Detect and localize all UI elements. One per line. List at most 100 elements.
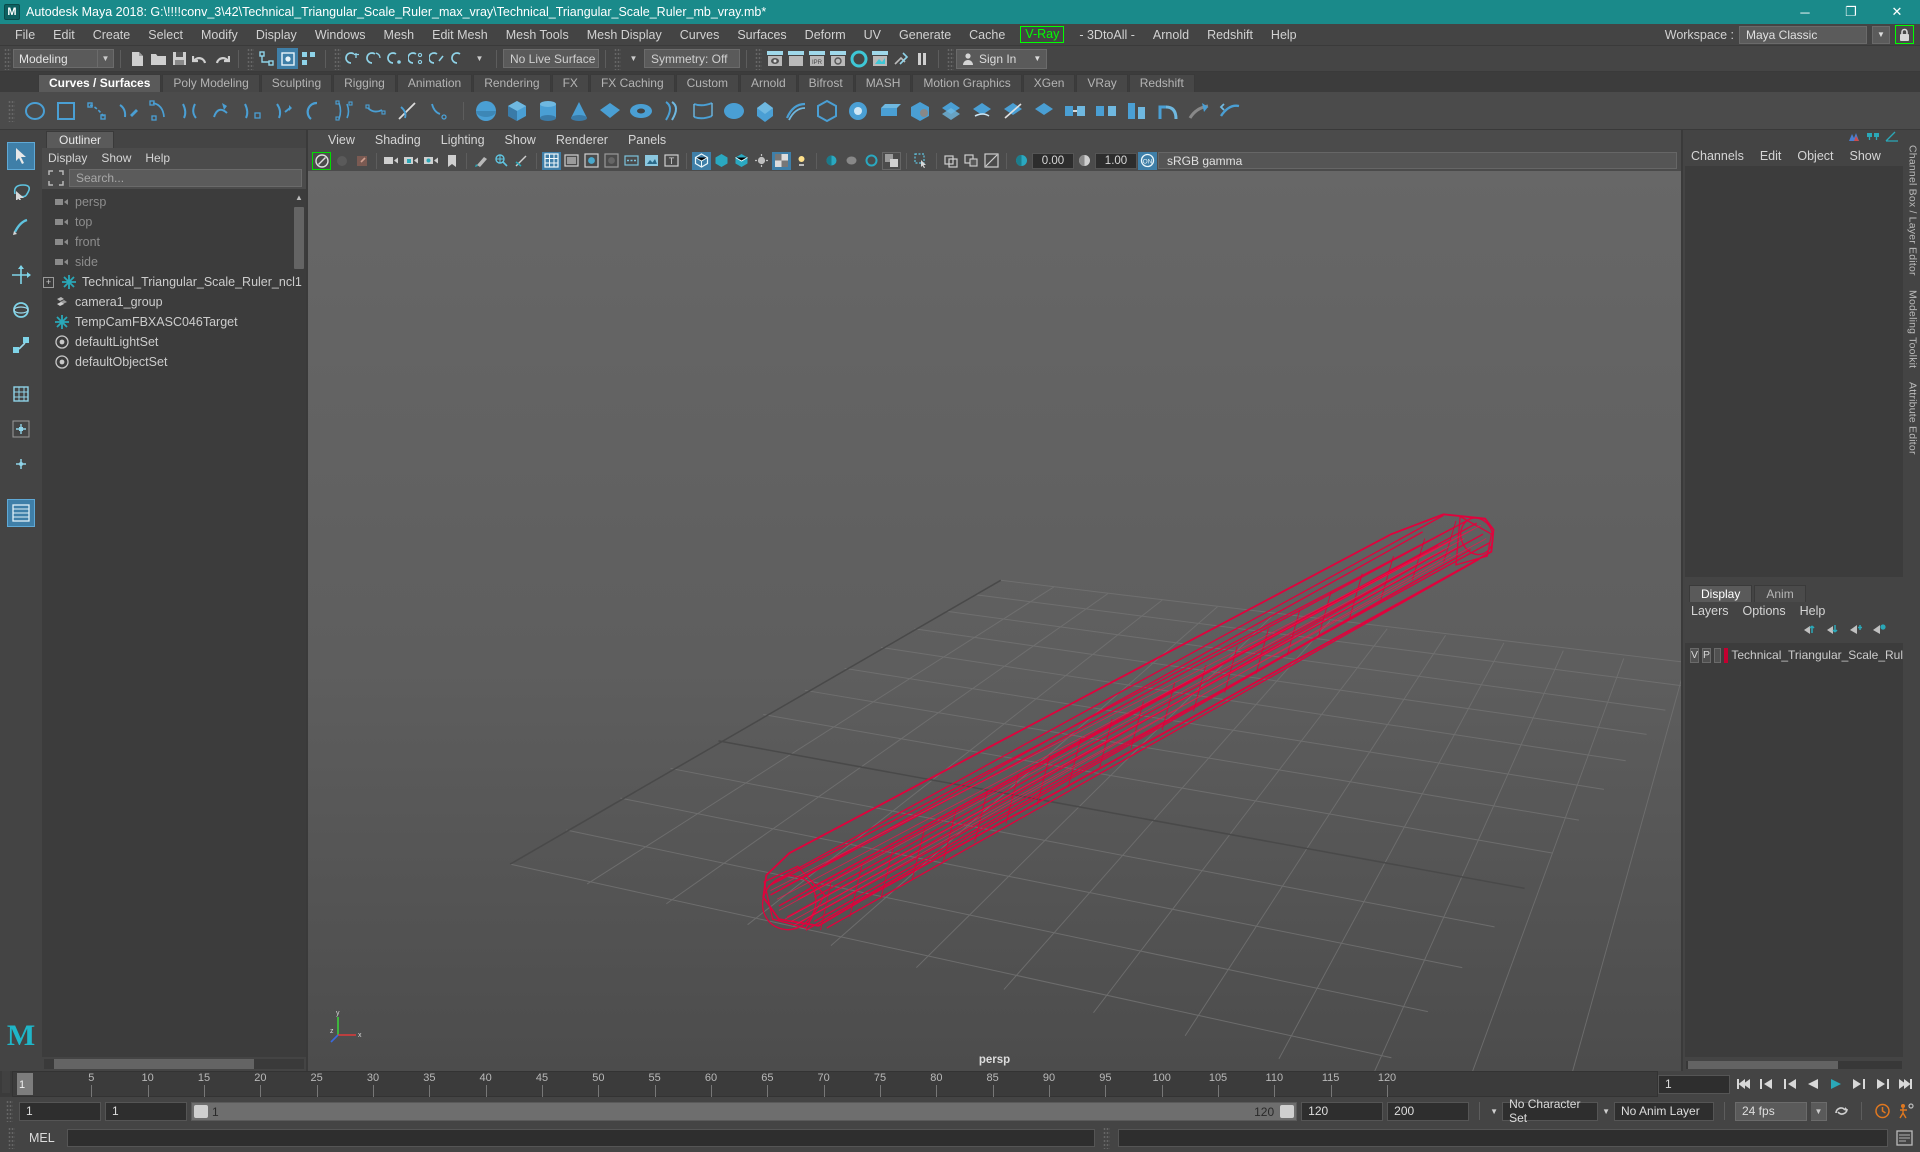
outliner-tab[interactable]: Outliner — [46, 131, 115, 148]
nurbs-cone-icon[interactable] — [565, 97, 593, 125]
planar-surface-icon[interactable] — [720, 97, 748, 125]
menuset-dropdown-icon[interactable]: ▼ — [98, 49, 114, 68]
ipr-render-icon[interactable]: IPR — [806, 48, 827, 69]
nurbs-cylinder-icon[interactable] — [534, 97, 562, 125]
menu-3dtoall[interactable]: - 3DtoAll - — [1070, 24, 1144, 46]
cv-curve-icon[interactable] — [83, 97, 111, 125]
anim-layer-dropdown-icon[interactable]: ▼ — [1602, 1107, 1610, 1116]
menuset-mode-value[interactable]: Modeling — [13, 49, 98, 68]
menu-curves[interactable]: Curves — [671, 24, 729, 46]
panel-splitter[interactable] — [1683, 576, 1905, 584]
extrude-surface-icon[interactable] — [751, 97, 779, 125]
lighting-icon[interactable] — [752, 152, 771, 170]
viewport-menu-show[interactable]: Show — [495, 133, 546, 147]
smooth-shade-all-icon[interactable] — [562, 152, 581, 170]
menu-arnold[interactable]: Arnold — [1144, 24, 1198, 46]
wireframe-shading-icon[interactable] — [542, 151, 561, 170]
shelf-tab-curves-surfaces[interactable]: Curves / Surfaces — [38, 74, 162, 92]
snap-curve-tool[interactable] — [7, 415, 35, 443]
smooth-shade-selected-icon[interactable] — [582, 152, 601, 170]
exposure-reset-icon[interactable] — [982, 152, 1001, 170]
menu-modify[interactable]: Modify — [192, 24, 247, 46]
menu-create[interactable]: Create — [84, 24, 140, 46]
flat-shade-icon[interactable] — [602, 152, 621, 170]
color-management-toggle-icon[interactable]: ON — [1138, 151, 1157, 170]
shelf-tab-fx-caching[interactable]: FX Caching — [589, 74, 675, 92]
channelbox-content[interactable] — [1685, 166, 1903, 577]
text-display-icon[interactable]: T — [662, 152, 681, 170]
render-grip[interactable] — [755, 47, 762, 70]
channelbox-menu-channels[interactable]: Channels — [1691, 149, 1744, 163]
menu-deform[interactable]: Deform — [796, 24, 855, 46]
channelbox-menu-edit[interactable]: Edit — [1760, 149, 1782, 163]
camera-attributes-icon[interactable] — [332, 152, 351, 170]
scroll-thumb[interactable] — [1688, 1061, 1838, 1069]
attribute-editor-icon[interactable] — [1885, 131, 1899, 146]
bookmark-icon[interactable] — [352, 152, 371, 170]
snap-point-tool[interactable] — [7, 450, 35, 478]
signin-grip[interactable] — [947, 47, 954, 70]
shelf-tab-arnold[interactable]: Arnold — [739, 74, 797, 92]
menu-help[interactable]: Help — [1262, 24, 1306, 46]
select-camera-icon[interactable] — [312, 151, 331, 170]
paint-select-tool[interactable] — [7, 212, 35, 240]
anim-end-time-field[interactable]: 200 — [1387, 1101, 1470, 1121]
boundary-surface-icon[interactable] — [813, 97, 841, 125]
loop-playback-icon[interactable] — [1831, 1101, 1851, 1121]
menu-generate[interactable]: Generate — [890, 24, 960, 46]
command-output-field[interactable] — [1118, 1129, 1888, 1147]
statusbar-grip[interactable] — [4, 47, 11, 70]
snap-grid-tool[interactable] — [7, 380, 35, 408]
symmetry-dropdown-icon[interactable]: ▼ — [623, 48, 644, 69]
move-layer-down-icon[interactable] — [1826, 623, 1841, 638]
render-view-icon[interactable] — [869, 48, 890, 69]
minimize-button[interactable]: ─ — [1782, 0, 1828, 24]
surface-fillet-icon[interactable] — [1154, 97, 1182, 125]
nurbs-sphere-icon[interactable] — [472, 97, 500, 125]
menu-redshift[interactable]: Redshift — [1198, 24, 1262, 46]
intersect-surfaces-icon[interactable] — [937, 97, 965, 125]
camera-settings-icon[interactable] — [422, 152, 441, 170]
sign-in-dropdown-icon[interactable]: ▼ — [1033, 54, 1041, 63]
camera-lock-icon[interactable] — [402, 152, 421, 170]
nurbs-torus-icon[interactable] — [627, 97, 655, 125]
layer-menu-layers[interactable]: Layers — [1691, 604, 1729, 618]
new-layer-icon[interactable] — [1872, 623, 1887, 638]
viewport-menu-shading[interactable]: Shading — [365, 133, 431, 147]
intersect-curve-icon[interactable] — [362, 97, 390, 125]
outliner-item-list[interactable]: persp top front side + Technical_Triangu… — [42, 189, 306, 1057]
live-surface-field[interactable]: No Live Surface — [503, 49, 599, 68]
select-by-component-icon[interactable] — [298, 48, 319, 69]
shelf-tab-redshift[interactable]: Redshift — [1128, 74, 1195, 92]
move-tool[interactable] — [7, 261, 35, 289]
light-icon[interactable] — [792, 152, 811, 170]
outliner-vertical-scrollbar[interactable]: ▲ — [294, 193, 304, 1053]
use-default-material-icon[interactable] — [692, 151, 711, 170]
nurbs-plane-icon[interactable] — [596, 97, 624, 125]
move-layer-up-icon[interactable] — [1803, 623, 1818, 638]
layer-tab-display[interactable]: Display — [1689, 584, 1753, 602]
render-settings-icon[interactable] — [827, 48, 848, 69]
step-forward-key-icon[interactable] — [1872, 1074, 1891, 1094]
shelf-tab-fx[interactable]: FX — [551, 74, 589, 92]
snap-to-grid-icon[interactable] — [343, 48, 364, 69]
snap-to-curve-icon[interactable] — [364, 48, 385, 69]
shelf-tab-animation[interactable]: Animation — [396, 74, 473, 92]
layer-row[interactable]: V P Technical_Triangular_Scale_Rul — [1685, 647, 1903, 664]
symmetry-grip[interactable] — [614, 47, 621, 70]
anim-layer-field[interactable]: No Anim Layer — [1614, 1101, 1714, 1121]
loft-surface-icon[interactable] — [689, 97, 717, 125]
gamma-value[interactable]: 1.00 — [1095, 152, 1137, 169]
outliner-item-technical-triangular-scale-ruler[interactable]: + Technical_Triangular_Scale_Ruler_ncl1 — [42, 272, 306, 292]
layer-visibility-toggle[interactable]: V — [1690, 647, 1700, 663]
layer-menu-help[interactable]: Help — [1800, 604, 1826, 618]
shelf-tab-rigging[interactable]: Rigging — [333, 74, 396, 92]
xray-joints-icon[interactable] — [512, 152, 531, 170]
shelf-tab-vray[interactable]: VRay — [1076, 74, 1128, 92]
menu-select[interactable]: Select — [139, 24, 192, 46]
multisample-icon[interactable] — [862, 152, 881, 170]
menu-uv[interactable]: UV — [855, 24, 890, 46]
scroll-track[interactable] — [44, 1059, 304, 1069]
menu-cache[interactable]: Cache — [960, 24, 1014, 46]
character-set-field[interactable]: No Character Set — [1502, 1097, 1599, 1125]
